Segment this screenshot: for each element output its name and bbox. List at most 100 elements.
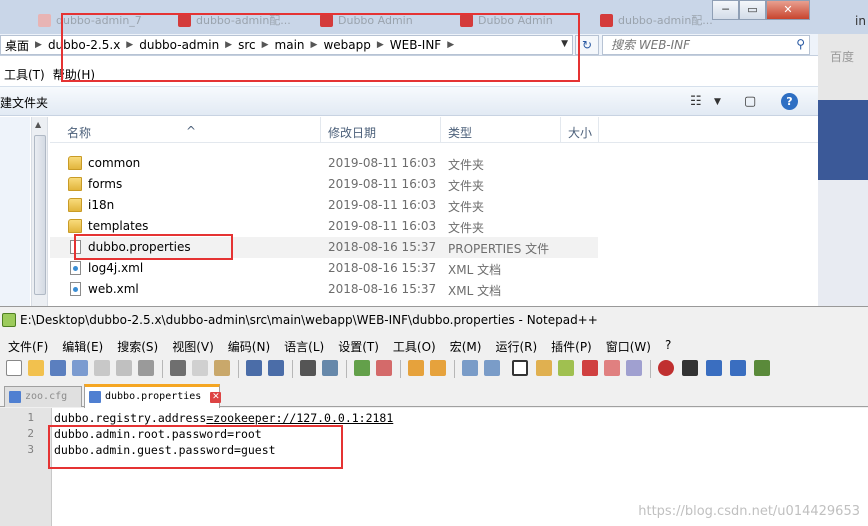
file-row[interactable]: web.xml 2018-08-16 15:37 XML 文档 <box>50 279 598 300</box>
indent-guide-icon[interactable] <box>512 360 528 376</box>
function-list-icon[interactable] <box>582 360 598 376</box>
file-name: i18n <box>88 198 115 212</box>
record-macro-icon[interactable] <box>658 360 674 376</box>
doc-map-icon[interactable] <box>558 360 574 376</box>
menu-tools[interactable]: 工具(T) <box>0 66 49 84</box>
sort-arrow-icon: ^ <box>186 124 197 138</box>
background-panel <box>818 180 868 306</box>
find-icon[interactable] <box>300 360 316 376</box>
run-macro-multiple-icon[interactable] <box>730 360 746 376</box>
undo-icon[interactable] <box>246 360 262 376</box>
column-size[interactable]: 大小 <box>568 124 592 141</box>
save-icon <box>89 391 101 403</box>
baidu-link[interactable]: 百度 <box>830 48 854 65</box>
zoom-in-icon[interactable] <box>354 360 370 376</box>
menu-search[interactable]: 搜索(S) <box>109 335 164 355</box>
cut-icon[interactable] <box>170 360 186 376</box>
menu-edit[interactable]: 编辑(E) <box>54 335 109 355</box>
tab-zoo-cfg[interactable]: zoo.cfg <box>4 386 82 407</box>
open-file-icon[interactable] <box>28 360 44 376</box>
property-key: dubbo.registry.address <box>54 411 207 425</box>
column-date[interactable]: 修改日期 <box>328 124 376 141</box>
new-folder-button[interactable]: 建文件夹 <box>0 94 48 111</box>
paste-icon[interactable] <box>214 360 230 376</box>
menu-run[interactable]: 运行(R) <box>487 335 543 355</box>
chevron-down-icon[interactable]: ▼ <box>714 97 721 107</box>
scroll-up-icon[interactable]: ▲ <box>35 120 41 129</box>
notepad-tabbar: zoo.cfg dubbo.properties ✕ <box>0 383 868 408</box>
minimize-button[interactable]: ─ <box>712 0 739 20</box>
close-button[interactable]: ✕ <box>766 0 810 20</box>
folder-workspace-icon[interactable] <box>604 360 620 376</box>
file-date: 2019-08-11 16:03 <box>328 219 437 233</box>
sync-vertical-icon[interactable] <box>408 360 424 376</box>
save-macro-icon[interactable] <box>754 360 770 376</box>
close-file-icon[interactable] <box>94 360 110 376</box>
search-input[interactable] <box>603 36 783 54</box>
folder-icon <box>68 198 82 212</box>
chevron-right-icon[interactable]: ▶ <box>33 40 44 50</box>
notepad-app-icon <box>2 313 16 327</box>
menu-view[interactable]: 视图(V) <box>164 335 220 355</box>
menu-tools[interactable]: 工具(O) <box>385 335 442 355</box>
close-all-icon[interactable] <box>116 360 132 376</box>
column-name[interactable]: 名称 <box>67 124 91 141</box>
file-name: forms <box>88 177 123 191</box>
navigation-scrollbar[interactable]: ▲ <box>31 117 48 306</box>
menu-encoding[interactable]: 编码(N) <box>220 335 276 355</box>
menu-file[interactable]: 文件(F) <box>0 335 54 355</box>
play-macro-icon[interactable] <box>706 360 722 376</box>
search-icon[interactable]: ⚲ <box>796 37 805 51</box>
menu-plugins[interactable]: 插件(P) <box>543 335 598 355</box>
file-name: templates <box>88 219 149 233</box>
close-tab-icon[interactable]: ✕ <box>210 392 222 403</box>
annotation-box <box>61 13 580 82</box>
code-line: dubbo.registry.address=zookeeper://127.0… <box>54 411 394 425</box>
save-icon[interactable] <box>50 360 66 376</box>
monitoring-icon[interactable] <box>626 360 642 376</box>
line-number: 1 <box>27 411 34 424</box>
redo-icon[interactable] <box>268 360 284 376</box>
print-icon[interactable] <box>138 360 154 376</box>
user-language-icon[interactable] <box>536 360 552 376</box>
search-box[interactable]: ⚲ <box>602 35 810 55</box>
menu-window[interactable]: 窗口(W) <box>598 335 657 355</box>
annotation-box <box>74 234 233 260</box>
file-row[interactable]: forms 2019-08-11 16:03 文件夹 <box>50 174 598 195</box>
file-name: common <box>88 156 141 170</box>
property-value: zookeeper://127.0.0.1:2181 <box>213 411 394 425</box>
show-all-chars-icon[interactable] <box>484 360 500 376</box>
sync-horizontal-icon[interactable] <box>430 360 446 376</box>
tab-dubbo-properties[interactable]: dubbo.properties ✕ <box>84 384 222 408</box>
zoom-out-icon[interactable] <box>376 360 392 376</box>
maximize-button[interactable]: ▭ <box>739 0 766 20</box>
replace-icon[interactable] <box>322 360 338 376</box>
menu-macro[interactable]: 宏(M) <box>442 335 488 355</box>
column-type[interactable]: 类型 <box>448 124 472 141</box>
save-all-icon[interactable] <box>72 360 88 376</box>
file-type: 文件夹 <box>448 200 485 214</box>
help-icon[interactable]: ? <box>781 93 798 110</box>
menu-settings[interactable]: 设置(T) <box>330 335 385 355</box>
new-file-icon[interactable] <box>6 360 22 376</box>
navigation-pane[interactable] <box>0 117 30 306</box>
file-type: 文件夹 <box>448 221 485 235</box>
menu-help[interactable]: ? <box>657 335 677 355</box>
preview-pane-icon[interactable]: ▢ <box>744 94 756 109</box>
word-wrap-icon[interactable] <box>462 360 478 376</box>
folder-icon <box>68 219 82 233</box>
file-row[interactable]: common 2019-08-11 16:03 文件夹 <box>50 153 598 174</box>
view-options-icon[interactable]: ☷ <box>690 94 702 109</box>
browser-tab[interactable]: dubbo-admin配... <box>596 8 713 34</box>
scrollbar-thumb[interactable] <box>34 135 46 295</box>
menu-language[interactable]: 语言(L) <box>276 335 330 355</box>
breadcrumb-item[interactable]: 桌面 <box>1 37 33 54</box>
file-row[interactable]: log4j.xml 2018-08-16 15:37 XML 文档 <box>50 258 598 279</box>
file-row[interactable]: i18n 2019-08-11 16:03 文件夹 <box>50 195 598 216</box>
file-type: 文件夹 <box>448 179 485 193</box>
stop-macro-icon[interactable] <box>682 360 698 376</box>
line-number: 3 <box>27 443 34 456</box>
copy-icon[interactable] <box>192 360 208 376</box>
xml-file-icon <box>70 282 81 296</box>
xml-file-icon <box>70 261 81 275</box>
